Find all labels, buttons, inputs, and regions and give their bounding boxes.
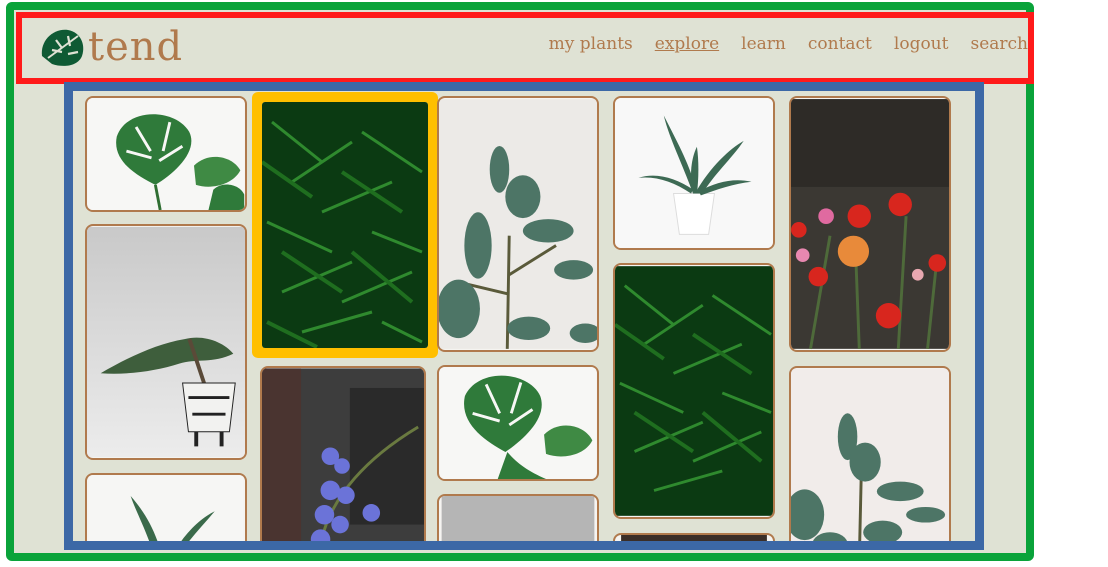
monstera-image — [87, 98, 245, 210]
gallery-card-plant-2[interactable] — [789, 366, 951, 541]
monstera-image-2 — [439, 367, 597, 479]
nav-search[interactable]: search — [970, 34, 1028, 54]
nav-learn[interactable]: learn — [741, 34, 786, 54]
nav-contact[interactable]: contact — [808, 34, 872, 54]
succulent-image-2 — [88, 475, 244, 541]
fern-image-2 — [615, 266, 773, 516]
brand-name: tend — [88, 24, 184, 70]
gallery-card-fern[interactable] — [262, 102, 428, 348]
gallery-card-bonsai[interactable] — [85, 224, 247, 460]
rubber-plant-image — [439, 99, 597, 349]
monstera-leaf-icon — [41, 29, 84, 66]
nav-logout[interactable]: logout — [894, 34, 949, 54]
gallery-card-succulent[interactable] — [613, 96, 775, 250]
nav-my-plants[interactable]: my plants — [549, 34, 633, 54]
dark-image-2 — [621, 535, 767, 541]
nav-explore[interactable]: explore — [655, 34, 719, 54]
site-header: tend my plants explore learn contact log… — [16, 12, 1034, 84]
gallery-card-plant-gray[interactable] — [437, 494, 599, 541]
nav-bar: my plants explore learn contact logout s… — [549, 34, 1028, 54]
gallery-card-dark-2[interactable] — [613, 533, 775, 541]
gallery-card-dahlias[interactable] — [789, 96, 951, 352]
explore-gallery — [64, 82, 984, 550]
gallery-card-fern-2[interactable] — [613, 263, 775, 519]
gallery-card-rubber-plant[interactable] — [437, 96, 599, 352]
bonsai-image — [87, 226, 245, 458]
dahlia-image — [791, 99, 949, 350]
succulent-image — [615, 98, 773, 248]
orchid-image — [262, 368, 424, 541]
gallery-card-monstera[interactable] — [85, 96, 247, 212]
logo[interactable]: tend — [38, 24, 183, 70]
plant-image-2 — [791, 368, 949, 541]
gallery-card-monstera-2[interactable] — [437, 365, 599, 481]
fern-image — [262, 102, 428, 348]
plant-gray-image — [441, 496, 595, 541]
gallery-card-orchid[interactable] — [260, 366, 426, 541]
gallery-card-succulent-2[interactable] — [85, 473, 247, 541]
